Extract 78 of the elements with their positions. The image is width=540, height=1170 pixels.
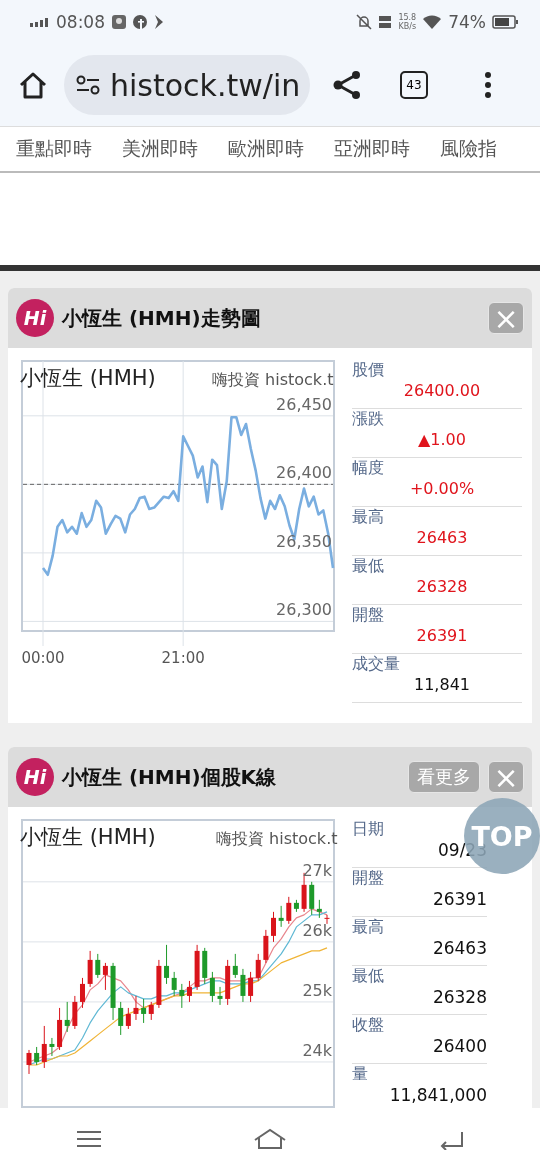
stat-label: 股價 bbox=[352, 360, 384, 381]
axis-label: 26,450 bbox=[276, 394, 332, 414]
axis-label: 00:00 bbox=[21, 649, 65, 667]
candlestick bbox=[72, 995, 78, 1030]
stat-label: 最高 bbox=[352, 917, 384, 938]
chart-title: 小恆生 (HMH) bbox=[20, 825, 156, 849]
app-icon bbox=[111, 14, 127, 30]
axis-label: 26k bbox=[302, 920, 332, 940]
nav-tab[interactable]: 風險指 bbox=[440, 136, 497, 162]
card-title: 小恆生 (HMH)個股K線 bbox=[62, 763, 278, 791]
candlestick bbox=[133, 995, 139, 1021]
share-icon[interactable] bbox=[332, 70, 362, 100]
axis-label: 25k bbox=[302, 980, 332, 1000]
stat-value: 26400.00 bbox=[402, 381, 481, 400]
home-icon[interactable] bbox=[18, 71, 48, 99]
axis-label: 27k bbox=[302, 860, 332, 880]
stat-value: 26463 bbox=[415, 528, 468, 547]
axis-label: 26,300 bbox=[276, 600, 332, 620]
stat-label: 量 bbox=[352, 1064, 368, 1085]
candlestick bbox=[194, 944, 200, 991]
chevron-icon bbox=[153, 14, 165, 30]
stat-label: 最低 bbox=[352, 556, 384, 577]
candlestick bbox=[217, 986, 223, 1006]
menu-icon[interactable] bbox=[75, 1129, 102, 1149]
candlestick bbox=[240, 968, 246, 1003]
stat-value: 26328 bbox=[431, 987, 487, 1007]
candlestick bbox=[110, 962, 116, 1021]
logo-icon: Hi bbox=[16, 299, 54, 337]
logo-icon: Hi bbox=[16, 758, 54, 796]
tab-count-button[interactable]: 43 bbox=[400, 71, 428, 99]
chart-credit: 嗨投資 histock.t bbox=[216, 829, 338, 848]
stat-label: 最高 bbox=[352, 507, 384, 528]
battery-icon bbox=[492, 15, 518, 29]
stat-label: 幅度 bbox=[352, 458, 384, 479]
stat-label: 成交量 bbox=[352, 654, 400, 675]
stat-value: ▲1.00 bbox=[417, 430, 466, 449]
battery-percent: 74% bbox=[448, 12, 486, 32]
axis-label: 21:00 bbox=[161, 649, 205, 667]
stat-value: 26400 bbox=[431, 1036, 487, 1056]
candlestick bbox=[80, 977, 85, 1009]
stat-value: 11,841 bbox=[413, 675, 470, 694]
clock-time: 08:08 bbox=[56, 12, 105, 32]
candlestick bbox=[156, 959, 162, 1009]
site-settings-icon bbox=[76, 75, 100, 95]
stat-label: 開盤 bbox=[352, 605, 384, 626]
axis-label: 24k bbox=[302, 1040, 332, 1060]
wifi-icon bbox=[422, 14, 443, 30]
stat-value: 26391 bbox=[415, 626, 468, 645]
stat-label: 收盤 bbox=[352, 1015, 384, 1036]
chart-title: 小恆生 (HMH) bbox=[20, 366, 156, 390]
more-icon[interactable] bbox=[484, 72, 492, 98]
signal-icon bbox=[30, 17, 50, 27]
stat-value: +0.00% bbox=[408, 479, 475, 498]
mute-bell-icon bbox=[356, 14, 373, 30]
address-bar[interactable]: histock.tw/in bbox=[64, 55, 310, 115]
stat-label: 日期 bbox=[352, 819, 384, 840]
candlestick bbox=[324, 914, 330, 925]
candlestick bbox=[263, 929, 269, 964]
nav-tab[interactable]: 歐洲即時 bbox=[228, 136, 304, 162]
stat-label: 最低 bbox=[352, 966, 384, 987]
candlestick bbox=[87, 950, 93, 988]
candlestick bbox=[271, 911, 276, 943]
nav-tab[interactable]: 重點即時 bbox=[16, 136, 92, 162]
stat-label: 漲跌 bbox=[352, 409, 384, 430]
nav-tab[interactable]: 亞洲即時 bbox=[334, 136, 410, 162]
stat-value: 26391 bbox=[431, 889, 487, 909]
axis-label: 26,400 bbox=[276, 463, 332, 483]
nav-tab[interactable]: 美洲即時 bbox=[122, 136, 198, 162]
candlestick bbox=[278, 905, 284, 928]
stat-label: 開盤 bbox=[352, 868, 384, 889]
network-speed: 15.8 KB/s bbox=[398, 13, 417, 31]
candlestick bbox=[26, 1049, 32, 1075]
candlestick bbox=[49, 1037, 55, 1057]
card-title: 小恆生 (HMH)走勢圖 bbox=[62, 304, 262, 332]
stat-value: 26328 bbox=[415, 577, 468, 596]
chart-credit: 嗨投資 histock.t bbox=[212, 370, 334, 389]
stat-value: 26463 bbox=[431, 938, 487, 958]
stat-value: 11,841,000 bbox=[388, 1085, 487, 1105]
